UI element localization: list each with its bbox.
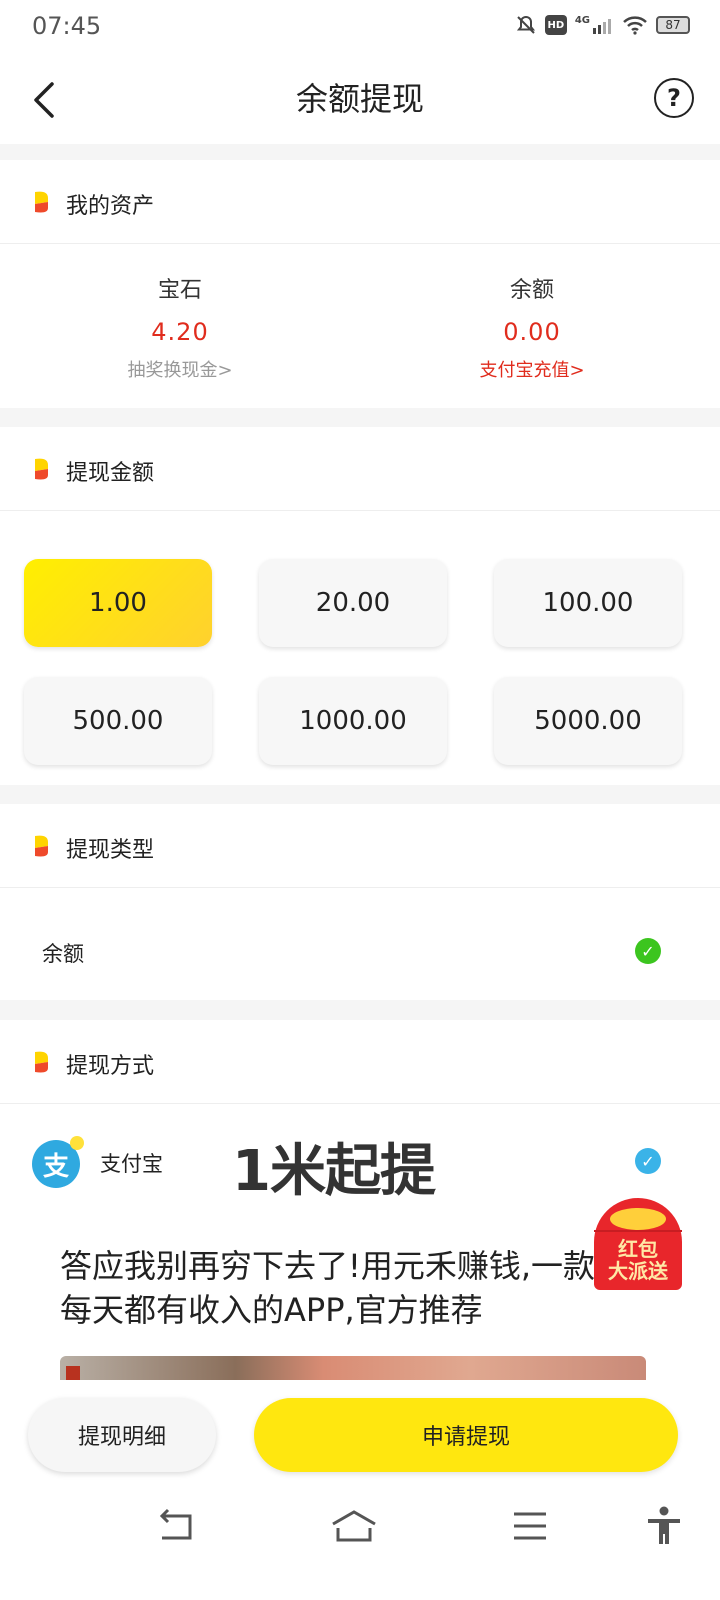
status-time: 07:45: [32, 12, 102, 40]
ad-text[interactable]: 答应我别再穷下去了!用元禾赚钱,一款 每天都有收入的APP,官方推荐: [60, 1244, 620, 1332]
type-header: 提现类型: [0, 804, 720, 888]
amount-option-100[interactable]: 100.00: [494, 559, 682, 647]
title-bar: 余额提现 ?: [0, 56, 720, 144]
gem-label: 宝石: [157, 278, 202, 303]
section-marker-icon: [35, 191, 48, 213]
balance-label: 余额: [509, 278, 554, 303]
red-envelope-text: 红包 大派送: [594, 1238, 682, 1282]
withdraw-detail-button[interactable]: 提现明细: [28, 1398, 216, 1472]
amount-option-500[interactable]: 500.00: [24, 677, 212, 765]
alipay-logo-char: 支: [42, 1151, 69, 1182]
section-marker-icon: [35, 458, 48, 480]
question-circle-icon[interactable]: ?: [654, 78, 694, 118]
assets-header: 我的资产: [0, 160, 720, 244]
amount-option-1[interactable]: 1.00: [24, 559, 212, 647]
wifi-icon: [623, 16, 647, 35]
home-nav-icon[interactable]: [330, 1504, 378, 1548]
ad-image-mark: [66, 1366, 80, 1380]
blue-check-icon[interactable]: ✓: [635, 1148, 661, 1174]
alipay-recharge-link[interactable]: 支付宝充值>: [352, 356, 712, 382]
method-header: 提现方式: [0, 1020, 720, 1104]
bell-muted-icon: [516, 15, 535, 34]
page-title: 余额提现: [295, 80, 424, 118]
green-check-icon[interactable]: ✓: [635, 938, 661, 964]
type-option-balance[interactable]: 余额: [42, 938, 84, 968]
ad-text-line-1: 答应我别再穷下去了!用元禾赚钱,一款: [60, 1247, 596, 1285]
amount-option-1000[interactable]: 1000.00: [259, 677, 447, 765]
amount-section: 提现金额 1.00 20.00 100.00 500.00 1000.00 50…: [0, 427, 720, 785]
lottery-exchange-link[interactable]: 抽奖换现金>: [0, 356, 360, 382]
apply-withdraw-button[interactable]: 申请提现: [254, 1398, 678, 1472]
ad-text-line-2: 每天都有收入的APP,官方推荐: [60, 1291, 483, 1329]
hd-badge: HD: [544, 15, 567, 35]
accessibility-icon[interactable]: [642, 1504, 686, 1548]
red-envelope-line-2: 大派送: [608, 1259, 668, 1283]
type-title: 提现类型: [66, 838, 155, 863]
ad-image[interactable]: [60, 1356, 646, 1380]
assets-section: 我的资产 宝石 4.20 抽奖换现金> 余额 0.00 支付宝充值>: [0, 160, 720, 408]
type-section: 提现类型 余额 ✓: [0, 804, 720, 1000]
status-icons: HD 4G 87: [515, 14, 690, 36]
amount-option-20[interactable]: 20.00: [259, 559, 447, 647]
battery-icon: 87: [656, 16, 690, 34]
section-marker-icon: [35, 835, 48, 857]
min-withdraw-slogan: 1米起提: [232, 1139, 436, 1204]
alipay-logo-dot: [70, 1136, 84, 1150]
assets-title: 我的资产: [66, 194, 155, 219]
network-type: 4G: [574, 15, 590, 26]
bottom-bar: 提现明细 申请提现: [0, 1380, 720, 1600]
signal-icon: 4G: [575, 16, 614, 34]
method-section: 提现方式 支 支付宝 1米起提 ✓ 答应我别再穷下去了!用元禾赚钱,一款 每天都…: [0, 1020, 720, 1380]
amount-header: 提现金额: [0, 427, 720, 511]
method-option-alipay[interactable]: 支付宝: [100, 1148, 163, 1178]
section-marker-icon: [35, 1051, 48, 1073]
red-envelope-badge[interactable]: 红包 大派送: [594, 1190, 682, 1290]
back-nav-icon[interactable]: [154, 1504, 198, 1548]
balance-column: 余额 0.00 支付宝充值>: [352, 244, 712, 382]
balance-value: 0.00: [503, 318, 561, 346]
gem-value: 4.20: [151, 318, 209, 346]
gold-coins-icon: [610, 1208, 666, 1230]
gem-column: 宝石 4.20 抽奖换现金>: [0, 244, 360, 382]
method-title: 提现方式: [66, 1054, 155, 1079]
red-envelope-line-1: 红包: [618, 1237, 658, 1261]
amount-option-5000[interactable]: 5000.00: [494, 677, 682, 765]
amount-title: 提现金额: [66, 461, 155, 486]
status-bar: 07:45 HD 4G 87: [0, 0, 720, 56]
menu-nav-icon[interactable]: [508, 1504, 552, 1548]
